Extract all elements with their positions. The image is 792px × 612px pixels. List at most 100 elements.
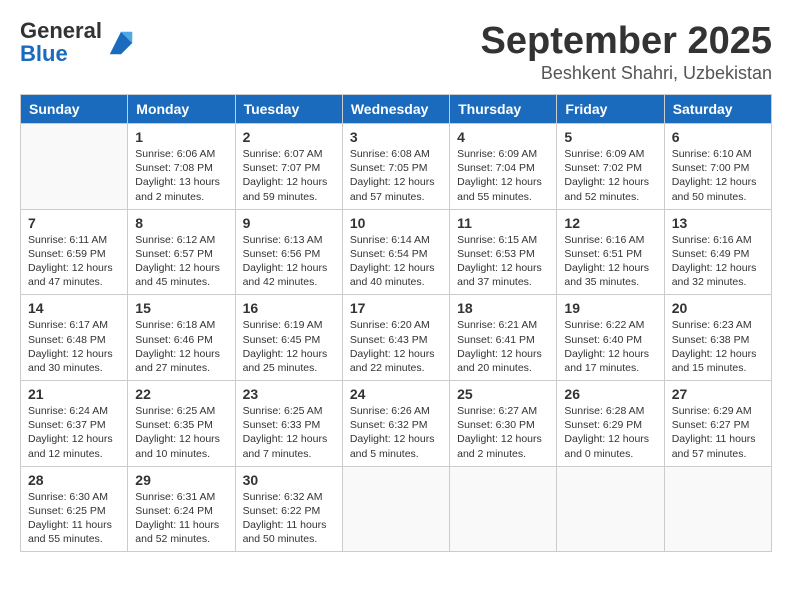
day-info: Sunrise: 6:17 AM Sunset: 6:48 PM Dayligh… bbox=[28, 318, 120, 375]
day-info: Sunrise: 6:24 AM Sunset: 6:37 PM Dayligh… bbox=[28, 404, 120, 461]
calendar-cell: 12Sunrise: 6:16 AM Sunset: 6:51 PM Dayli… bbox=[557, 209, 664, 295]
day-number: 6 bbox=[672, 129, 764, 145]
calendar-cell: 6 Sunrise: 6:10 AM Sunset: 7:00 PM Daylig… bbox=[664, 124, 771, 210]
calendar-cell: 29Sunrise: 6:31 AM Sunset: 6:24 PM Dayli… bbox=[128, 466, 235, 552]
day-number: 24 bbox=[350, 386, 442, 402]
weekday-header-sunday: Sunday bbox=[21, 95, 128, 124]
day-number: 9 bbox=[243, 215, 335, 231]
day-number: 7 bbox=[28, 215, 120, 231]
day-info: Sunrise: 6:23 AM Sunset: 6:38 PM Dayligh… bbox=[672, 318, 764, 375]
calendar-cell: 20Sunrise: 6:23 AM Sunset: 6:38 PM Dayli… bbox=[664, 295, 771, 381]
calendar-cell: 25Sunrise: 6:27 AM Sunset: 6:30 PM Dayli… bbox=[450, 381, 557, 467]
calendar-cell: 18 Sunrise: 6:21 AM Sunset: 6:41 PM Dayli… bbox=[450, 295, 557, 381]
day-info: Sunrise: 6:21 AM Sunset: 6:41 PM Dayligh… bbox=[457, 318, 549, 375]
calendar-cell: 21Sunrise: 6:24 AM Sunset: 6:37 PM Dayli… bbox=[21, 381, 128, 467]
day-info: Sunrise: 6:15 AM Sunset: 6:53 PM Dayligh… bbox=[457, 233, 549, 290]
day-number: 8 bbox=[135, 215, 227, 231]
calendar-cell: 3 Sunrise: 6:08 AM Sunset: 7:05 PM Daylig… bbox=[342, 124, 449, 210]
day-number: 17 bbox=[350, 300, 442, 316]
logo-blue-text: Blue bbox=[20, 41, 68, 66]
calendar-cell: 27 Sunrise: 6:29 AM Sunset: 6:27 PM Dayli… bbox=[664, 381, 771, 467]
weekday-header-wednesday: Wednesday bbox=[342, 95, 449, 124]
calendar-week-1: 1Sunrise: 6:06 AM Sunset: 7:08 PM Daylig… bbox=[21, 124, 772, 210]
day-info: Sunrise: 6:25 AM Sunset: 6:35 PM Dayligh… bbox=[135, 404, 227, 461]
calendar-cell: 22 Sunrise: 6:25 AM Sunset: 6:35 PM Dayli… bbox=[128, 381, 235, 467]
day-info: Sunrise: 6:25 AM Sunset: 6:33 PM Dayligh… bbox=[243, 404, 335, 461]
calendar-cell: 15 Sunrise: 6:18 AM Sunset: 6:46 PM Dayli… bbox=[128, 295, 235, 381]
day-number: 26 bbox=[564, 386, 656, 402]
calendar-cell bbox=[450, 466, 557, 552]
calendar-cell: 11 Sunrise: 6:15 AM Sunset: 6:53 PM Dayli… bbox=[450, 209, 557, 295]
day-info: Sunrise: 6:32 AM Sunset: 6:22 PM Dayligh… bbox=[243, 490, 335, 547]
day-info: Sunrise: 6:12 AM Sunset: 6:57 PM Dayligh… bbox=[135, 233, 227, 290]
calendar-cell: 14 Sunrise: 6:17 AM Sunset: 6:48 PM Dayli… bbox=[21, 295, 128, 381]
day-info: Sunrise: 6:29 AM Sunset: 6:27 PM Dayligh… bbox=[672, 404, 764, 461]
calendar-cell bbox=[342, 466, 449, 552]
calendar-week-2: 7 Sunrise: 6:11 AM Sunset: 6:59 PM Daylig… bbox=[21, 209, 772, 295]
day-number: 14 bbox=[28, 300, 120, 316]
day-info: Sunrise: 6:20 AM Sunset: 6:43 PM Dayligh… bbox=[350, 318, 442, 375]
calendar-cell bbox=[21, 124, 128, 210]
page-title: September 2025 bbox=[481, 20, 773, 63]
day-info: Sunrise: 6:28 AM Sunset: 6:29 PM Dayligh… bbox=[564, 404, 656, 461]
weekday-header-friday: Friday bbox=[557, 95, 664, 124]
day-number: 25 bbox=[457, 386, 549, 402]
weekday-header-row: SundayMondayTuesdayWednesdayThursdayFrid… bbox=[21, 95, 772, 124]
day-info: Sunrise: 6:10 AM Sunset: 7:00 PM Dayligh… bbox=[672, 147, 764, 204]
day-info: Sunrise: 6:16 AM Sunset: 6:49 PM Dayligh… bbox=[672, 233, 764, 290]
day-info: Sunrise: 6:08 AM Sunset: 7:05 PM Dayligh… bbox=[350, 147, 442, 204]
day-info: Sunrise: 6:14 AM Sunset: 6:54 PM Dayligh… bbox=[350, 233, 442, 290]
day-number: 5 bbox=[564, 129, 656, 145]
calendar-cell: 9Sunrise: 6:13 AM Sunset: 6:56 PM Daylig… bbox=[235, 209, 342, 295]
day-info: Sunrise: 6:11 AM Sunset: 6:59 PM Dayligh… bbox=[28, 233, 120, 290]
calendar-cell: 5 Sunrise: 6:09 AM Sunset: 7:02 PM Daylig… bbox=[557, 124, 664, 210]
day-number: 28 bbox=[28, 472, 120, 488]
logo-icon bbox=[106, 28, 136, 58]
calendar-cell: 19 Sunrise: 6:22 AM Sunset: 6:40 PM Dayli… bbox=[557, 295, 664, 381]
day-info: Sunrise: 6:06 AM Sunset: 7:08 PM Dayligh… bbox=[135, 147, 227, 204]
day-number: 30 bbox=[243, 472, 335, 488]
day-number: 11 bbox=[457, 215, 549, 231]
day-number: 2 bbox=[243, 129, 335, 145]
calendar-cell: 2 Sunrise: 6:07 AM Sunset: 7:07 PM Daylig… bbox=[235, 124, 342, 210]
calendar-cell: 28 Sunrise: 6:30 AM Sunset: 6:25 PM Dayli… bbox=[21, 466, 128, 552]
day-number: 10 bbox=[350, 215, 442, 231]
day-info: Sunrise: 6:26 AM Sunset: 6:32 PM Dayligh… bbox=[350, 404, 442, 461]
weekday-header-thursday: Thursday bbox=[450, 95, 557, 124]
header: General Blue September 2025 Beshkent Sha… bbox=[20, 20, 772, 84]
day-info: Sunrise: 6:09 AM Sunset: 7:02 PM Dayligh… bbox=[564, 147, 656, 204]
day-number: 29 bbox=[135, 472, 227, 488]
day-number: 13 bbox=[672, 215, 764, 231]
day-number: 15 bbox=[135, 300, 227, 316]
day-number: 19 bbox=[564, 300, 656, 316]
calendar-cell: 16 Sunrise: 6:19 AM Sunset: 6:45 PM Dayli… bbox=[235, 295, 342, 381]
day-info: Sunrise: 6:19 AM Sunset: 6:45 PM Dayligh… bbox=[243, 318, 335, 375]
day-number: 16 bbox=[243, 300, 335, 316]
day-number: 22 bbox=[135, 386, 227, 402]
day-info: Sunrise: 6:07 AM Sunset: 7:07 PM Dayligh… bbox=[243, 147, 335, 204]
calendar-week-5: 28 Sunrise: 6:30 AM Sunset: 6:25 PM Dayli… bbox=[21, 466, 772, 552]
location-subtitle: Beshkent Shahri, Uzbekistan bbox=[481, 63, 773, 84]
calendar-cell: 13 Sunrise: 6:16 AM Sunset: 6:49 PM Dayli… bbox=[664, 209, 771, 295]
calendar-cell: 24 Sunrise: 6:26 AM Sunset: 6:32 PM Dayli… bbox=[342, 381, 449, 467]
day-info: Sunrise: 6:18 AM Sunset: 6:46 PM Dayligh… bbox=[135, 318, 227, 375]
weekday-header-tuesday: Tuesday bbox=[235, 95, 342, 124]
calendar-cell: 17 Sunrise: 6:20 AM Sunset: 6:43 PM Dayli… bbox=[342, 295, 449, 381]
calendar-cell: 1Sunrise: 6:06 AM Sunset: 7:08 PM Daylig… bbox=[128, 124, 235, 210]
calendar-cell: 26 Sunrise: 6:28 AM Sunset: 6:29 PM Dayli… bbox=[557, 381, 664, 467]
day-number: 3 bbox=[350, 129, 442, 145]
calendar-week-4: 21Sunrise: 6:24 AM Sunset: 6:37 PM Dayli… bbox=[21, 381, 772, 467]
day-info: Sunrise: 6:22 AM Sunset: 6:40 PM Dayligh… bbox=[564, 318, 656, 375]
day-number: 12 bbox=[564, 215, 656, 231]
calendar-cell: 10 Sunrise: 6:14 AM Sunset: 6:54 PM Dayli… bbox=[342, 209, 449, 295]
day-info: Sunrise: 6:09 AM Sunset: 7:04 PM Dayligh… bbox=[457, 147, 549, 204]
calendar-cell: 8 Sunrise: 6:12 AM Sunset: 6:57 PM Daylig… bbox=[128, 209, 235, 295]
calendar-table: SundayMondayTuesdayWednesdayThursdayFrid… bbox=[20, 94, 772, 552]
title-area: September 2025 Beshkent Shahri, Uzbekist… bbox=[481, 20, 773, 84]
day-number: 18 bbox=[457, 300, 549, 316]
logo: General Blue bbox=[20, 20, 136, 66]
logo-general-text: General bbox=[20, 18, 102, 43]
day-info: Sunrise: 6:30 AM Sunset: 6:25 PM Dayligh… bbox=[28, 490, 120, 547]
day-number: 27 bbox=[672, 386, 764, 402]
calendar-cell: 30 Sunrise: 6:32 AM Sunset: 6:22 PM Dayli… bbox=[235, 466, 342, 552]
